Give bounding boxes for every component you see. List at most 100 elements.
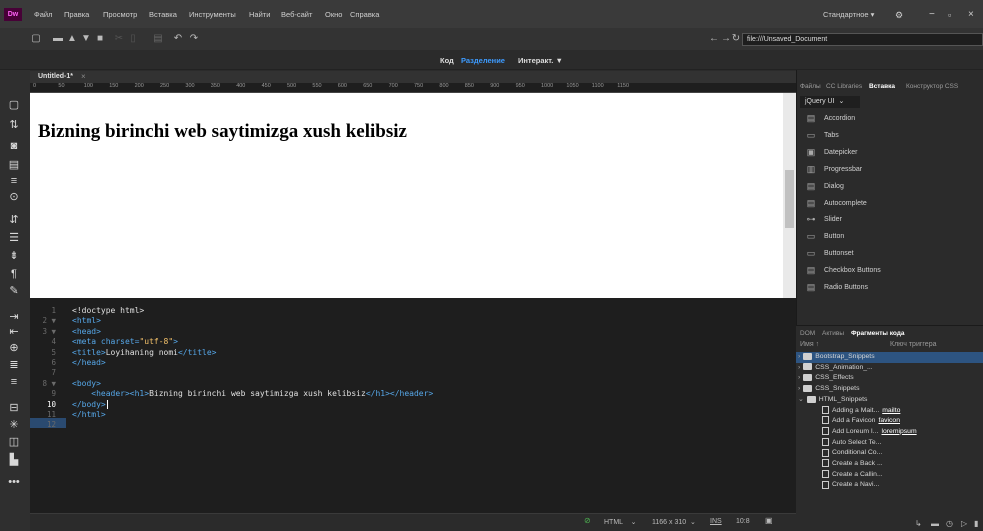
minimize-icon[interactable]: − bbox=[929, 8, 935, 22]
undo-icon[interactable]: ↶ bbox=[172, 33, 184, 45]
insert-item-dialog[interactable]: Dialog bbox=[824, 183, 844, 190]
code-line[interactable]: <title>Loyihaning nomi</title> bbox=[72, 348, 217, 358]
insert-item-radio-buttons[interactable]: Radio Buttons bbox=[824, 284, 868, 291]
insert-mode[interactable]: INS bbox=[710, 518, 722, 525]
comment-block-icon[interactable]: ⊟ bbox=[6, 400, 22, 416]
collapse-icon[interactable]: ⇟ bbox=[6, 248, 22, 264]
snippet-item[interactable]: Create a Navi... bbox=[822, 480, 879, 491]
code-line[interactable]: <!doctype html> bbox=[72, 306, 144, 316]
star-icon[interactable]: ✳ bbox=[6, 417, 22, 433]
snippet-folder[interactable]: › CSS_Effects bbox=[798, 373, 854, 384]
comment-icon[interactable]: ¶ bbox=[6, 266, 22, 282]
more-tools-icon[interactable]: ••• bbox=[6, 474, 22, 490]
snippet-item[interactable]: Create a Back ... bbox=[822, 459, 883, 470]
insert-item-slider[interactable]: Slider bbox=[824, 216, 842, 223]
expand-icon[interactable]: ⇵ bbox=[6, 212, 22, 228]
code-line[interactable]: <header><h1>Bizning birinchi web saytimi… bbox=[72, 389, 433, 399]
page-heading[interactable]: Bizning birinchi web saytimizga xush kel… bbox=[38, 121, 407, 143]
indent-icon[interactable]: ⇥ bbox=[6, 309, 22, 325]
tab-dom[interactable]: DOM bbox=[800, 330, 815, 337]
snippet-item[interactable]: Add a Favicon favicon bbox=[822, 416, 900, 427]
menu-view[interactable]: Просмотр bbox=[103, 8, 137, 22]
insert-item-accordion[interactable]: Accordion bbox=[824, 115, 855, 122]
preview-device-icon[interactable]: ▣ bbox=[765, 516, 773, 525]
tab-insert[interactable]: Вставка bbox=[869, 83, 895, 90]
view-live-button[interactable]: Интеракт. ▼ bbox=[518, 56, 563, 65]
code-line[interactable]: </head> bbox=[72, 358, 106, 368]
tab-cc-libraries[interactable]: CC Libraries bbox=[826, 83, 862, 90]
open-icon[interactable]: ▬ bbox=[52, 33, 64, 45]
snippet-item[interactable]: Create a Callin... bbox=[822, 469, 883, 481]
insert-item-tabs[interactable]: Tabs bbox=[824, 132, 839, 139]
new-document-icon[interactable]: ▢ bbox=[30, 33, 42, 45]
insert-item-progressbar[interactable]: Progressbar bbox=[824, 166, 862, 173]
redo-icon[interactable]: ↷ bbox=[188, 33, 200, 45]
code-view[interactable] bbox=[30, 298, 796, 513]
insert-category-select[interactable]: jQuery UI ⌄ bbox=[800, 96, 860, 108]
file-management-icon[interactable]: ▢ bbox=[6, 97, 22, 113]
code-line[interactable]: <head> bbox=[72, 327, 101, 337]
snippet-folder[interactable]: › CSS_Snippets bbox=[798, 384, 859, 395]
insert-item-checkbox-buttons[interactable]: Checkbox Buttons bbox=[824, 267, 881, 274]
live-code-icon[interactable]: ⇅ bbox=[6, 117, 22, 133]
close-icon[interactable]: × bbox=[968, 8, 974, 22]
upload-icon[interactable]: ▲ bbox=[66, 33, 78, 45]
save-icon[interactable]: ■ bbox=[94, 33, 106, 45]
insert-item-autocomplete[interactable]: Autocomplete bbox=[824, 200, 867, 207]
snippet-item[interactable]: Conditional Co... bbox=[822, 448, 882, 459]
format-icon[interactable]: ☰ bbox=[6, 230, 22, 246]
snippet-item[interactable]: Adding a Mait... mailto bbox=[822, 405, 900, 417]
code-line[interactable]: </body>​ bbox=[72, 399, 108, 410]
snippet-icon[interactable]: ◫ bbox=[6, 434, 22, 450]
window-size-select[interactable]: 1166 x 310 ⌄ bbox=[652, 518, 696, 526]
document-tab[interactable]: Untitled-1* bbox=[38, 73, 73, 80]
menu-file[interactable]: Файл bbox=[34, 8, 52, 22]
snippet-folder[interactable]: ⌄ HTML_Snippets bbox=[798, 395, 867, 406]
line-icon[interactable]: ≡ bbox=[6, 374, 22, 390]
menu-tools[interactable]: Инструменты bbox=[189, 8, 236, 22]
tab-files[interactable]: Файлы bbox=[800, 83, 821, 90]
insert-item-datepicker[interactable]: Datepicker bbox=[824, 149, 857, 156]
snippet-item[interactable]: Add Loreum I... loremipsum bbox=[822, 427, 917, 438]
tag-icon[interactable]: ⊕ bbox=[6, 340, 22, 356]
menu-insert[interactable]: Вставка bbox=[149, 8, 177, 22]
preview-icon[interactable]: ▤ bbox=[6, 157, 22, 173]
refresh-icon[interactable]: ↻ bbox=[730, 33, 742, 45]
snippet-item[interactable]: Auto Select Te... bbox=[822, 437, 881, 449]
tab-assets[interactable]: Активы bbox=[822, 330, 844, 337]
back-icon[interactable]: ← bbox=[708, 33, 720, 45]
menu-help[interactable]: Справка bbox=[350, 8, 379, 22]
target-icon[interactable]: ⊙ bbox=[6, 189, 22, 205]
tab-css-designer[interactable]: Конструктор CSS bbox=[906, 83, 958, 90]
view-code-button[interactable]: Код bbox=[440, 56, 454, 65]
pen-icon[interactable]: ✎ bbox=[6, 283, 22, 299]
scrollbar-thumb[interactable] bbox=[785, 170, 794, 228]
code-line[interactable]: <meta charset="utf-8"> bbox=[72, 337, 178, 347]
language-select[interactable]: HTML ⌄ bbox=[604, 518, 636, 526]
workspace-switcher[interactable]: Стандартное ▾ bbox=[823, 8, 874, 22]
download-icon[interactable]: ▼ bbox=[80, 33, 92, 45]
menu-window[interactable]: Окно bbox=[325, 8, 342, 22]
code-line[interactable]: <html> bbox=[72, 316, 101, 326]
col-trigger[interactable]: Ключ триггера bbox=[890, 341, 937, 348]
insert-item-button[interactable]: Button bbox=[824, 233, 844, 240]
insert-snippet-icon[interactable]: ↳ bbox=[915, 519, 922, 528]
cut-icon[interactable]: ✂ bbox=[113, 33, 125, 45]
code-line[interactable]: <body> bbox=[72, 379, 101, 389]
document-icon[interactable]: ▙ bbox=[6, 452, 22, 468]
new-folder-icon[interactable]: ▬ bbox=[931, 519, 939, 528]
menu-site[interactable]: Веб-сайт bbox=[281, 8, 312, 22]
code-line[interactable]: </html> bbox=[72, 410, 106, 420]
tab-snippets[interactable]: Фрагменты кода bbox=[851, 330, 905, 337]
paste-icon[interactable]: ▤ bbox=[152, 33, 164, 45]
edit-snippet-icon[interactable]: ◷ bbox=[946, 519, 953, 528]
col-name[interactable]: Имя ↑ bbox=[800, 341, 819, 348]
close-tab-icon[interactable]: × bbox=[81, 72, 86, 81]
copy-icon[interactable]: ▯ bbox=[127, 33, 139, 45]
address-field[interactable]: file:///Unsaved_Document bbox=[742, 33, 983, 46]
snippet-folder[interactable]: › CSS_Animation_... bbox=[798, 363, 873, 374]
new-snippet-icon[interactable]: ▷ bbox=[961, 519, 967, 528]
menu-edit[interactable]: Правка bbox=[64, 8, 89, 22]
snippet-folder[interactable]: › Bootstrap_Snippets bbox=[798, 352, 875, 363]
wrap-tag-icon[interactable]: ≡ bbox=[6, 173, 22, 189]
